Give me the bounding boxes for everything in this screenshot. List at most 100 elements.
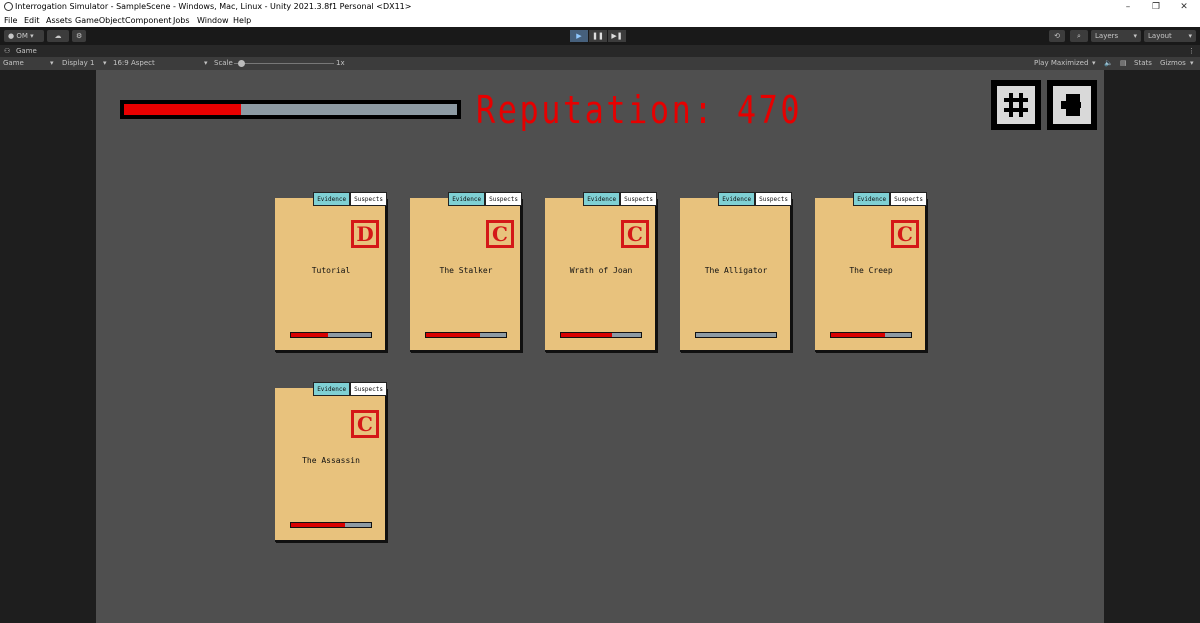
case-progress-fill	[426, 333, 480, 337]
menu-component[interactable]: Component	[125, 14, 171, 27]
account-icon: ●	[8, 32, 15, 40]
unity-app-icon	[4, 2, 13, 11]
chevron-down-icon: ▾	[204, 59, 208, 67]
window-titlebar: Interrogation Simulator - SampleScene - …	[0, 0, 1200, 14]
suspects-tab[interactable]: Suspects	[350, 192, 387, 206]
grade-stamp: C	[486, 220, 514, 248]
scale-value: 1x	[336, 59, 345, 67]
pause-button[interactable]: ❚❚	[589, 30, 607, 42]
case-card-the-alligator[interactable]: Evidence Suspects The Alligator	[680, 192, 794, 353]
grade-stamp: C	[351, 410, 379, 438]
more-options-icon[interactable]: ⋮	[1188, 45, 1195, 57]
suspects-tab[interactable]: Suspects	[755, 192, 792, 206]
suspects-tab[interactable]: Suspects	[350, 382, 387, 396]
case-name: The Stalker	[439, 266, 493, 275]
chevron-down-icon: ▾	[103, 59, 107, 67]
suspects-tab[interactable]: Suspects	[890, 192, 927, 206]
case-card-wrath-of-joan[interactable]: Evidence Suspects C Wrath of Joan	[545, 192, 659, 353]
scale-slider-handle[interactable]	[238, 60, 245, 67]
case-progress-bar	[560, 332, 642, 338]
reputation-bar-fill	[124, 104, 241, 115]
history-icon: ⟲	[1054, 32, 1060, 40]
step-button[interactable]: ▶❚	[608, 30, 626, 42]
window-title: Interrogation Simulator - SampleScene - …	[15, 2, 412, 11]
grid-menu-button[interactable]	[991, 80, 1041, 130]
case-progress-bar	[695, 332, 777, 338]
suspects-tab[interactable]: Suspects	[620, 192, 657, 206]
restore-button[interactable]: ❐	[1143, 0, 1169, 14]
audio-mute-icon[interactable]: 🔈	[1104, 57, 1113, 70]
menu-bar: File Edit Assets GameObject Component Jo…	[0, 14, 1200, 27]
case-name: The Alligator	[704, 266, 768, 275]
layers-dropdown[interactable]: Layers ▾	[1091, 30, 1141, 42]
cloud-button[interactable]: ☁	[47, 30, 69, 42]
case-progress-bar	[425, 332, 507, 338]
main-toolbar: ● OM ▾ ☁ ⚙ ▶ ❚❚ ▶❚ ⟲ ⌕ Layers ▾ Layout ▾	[0, 27, 1200, 45]
exit-button[interactable]	[1047, 80, 1097, 130]
search-icon: ⌕	[1077, 32, 1081, 40]
game-tab-header: ⚇ Game ⋮	[0, 45, 1200, 57]
menu-jobs[interactable]: Jobs	[173, 14, 190, 27]
chevron-down-icon: ▾	[1133, 32, 1137, 40]
scale-label: Scale	[214, 59, 233, 67]
account-label: OM ▾	[16, 32, 34, 40]
cloud-icon: ☁	[54, 32, 62, 40]
stats-button[interactable]: Stats	[1134, 57, 1152, 70]
case-folder	[680, 198, 792, 352]
grade-stamp: C	[891, 220, 919, 248]
evidence-tab[interactable]: Evidence	[718, 192, 756, 206]
layers-label: Layers	[1095, 32, 1119, 40]
suspects-tab[interactable]: Suspects	[485, 192, 522, 206]
case-progress-fill	[291, 523, 345, 527]
case-card-the-stalker[interactable]: Evidence Suspects C The Stalker	[410, 192, 524, 353]
evidence-tab[interactable]: Evidence	[313, 382, 351, 396]
hash-icon	[1004, 93, 1028, 117]
case-card-tutorial[interactable]: Evidence Suspects D Tutorial	[275, 192, 389, 353]
play-button[interactable]: ▶	[570, 30, 588, 42]
case-progress-fill	[291, 333, 328, 337]
collab-button[interactable]: ⚙	[72, 30, 86, 42]
menu-help[interactable]: Help	[233, 14, 251, 27]
case-progress-bar	[290, 522, 372, 528]
scale-slider-track[interactable]	[234, 63, 334, 64]
menu-assets[interactable]: Assets	[46, 14, 72, 27]
evidence-tab[interactable]: Evidence	[583, 192, 621, 206]
door-exit-icon	[1061, 94, 1081, 116]
reputation-label: Reputation: 470	[476, 88, 803, 132]
reputation-bar	[120, 100, 461, 119]
layout-dropdown[interactable]: Layout ▾	[1144, 30, 1196, 42]
menu-gameobject[interactable]: GameObject	[75, 14, 125, 27]
account-dropdown[interactable]: ● OM ▾	[4, 30, 44, 42]
gizmos-button[interactable]: Gizmos	[1160, 57, 1186, 70]
tab-game[interactable]: Game	[16, 45, 37, 57]
menu-file[interactable]: File	[4, 14, 17, 27]
close-button[interactable]: ✕	[1171, 0, 1197, 14]
evidence-tab[interactable]: Evidence	[313, 192, 351, 206]
grade-stamp: D	[351, 220, 379, 248]
minimize-button[interactable]: –	[1115, 0, 1141, 14]
case-name: The Creep	[849, 266, 893, 275]
view-select-dropdown[interactable]: Game	[3, 57, 24, 70]
chevron-down-icon: ▾	[1190, 59, 1194, 67]
history-button[interactable]: ⟲	[1049, 30, 1065, 42]
play-controls: ▶ ❚❚ ▶❚	[570, 30, 627, 42]
play-maximized-dropdown[interactable]: Play Maximized	[1034, 57, 1088, 70]
reputation-bar-track	[124, 104, 457, 115]
display-dropdown[interactable]: Display 1	[62, 57, 94, 70]
case-card-the-creep[interactable]: Evidence Suspects C The Creep	[815, 192, 929, 353]
chevron-down-icon: ▾	[50, 59, 54, 67]
chevron-down-icon: ▾	[1092, 59, 1096, 67]
aspect-dropdown[interactable]: 16:9 Aspect	[113, 57, 155, 70]
evidence-tab[interactable]: Evidence	[448, 192, 486, 206]
menu-edit[interactable]: Edit	[24, 14, 40, 27]
chevron-down-icon: ▾	[1188, 32, 1192, 40]
case-card-the-assassin[interactable]: Evidence Suspects C The Assassin	[275, 382, 389, 543]
layout-label: Layout	[1148, 32, 1172, 40]
menu-window[interactable]: Window	[197, 14, 229, 27]
search-button[interactable]: ⌕	[1070, 30, 1088, 42]
case-progress-bar	[830, 332, 912, 338]
gamepad-icon: ⚇	[4, 47, 11, 55]
evidence-tab[interactable]: Evidence	[853, 192, 891, 206]
case-name: Tutorial	[311, 266, 351, 275]
case-name: The Assassin	[302, 456, 360, 465]
